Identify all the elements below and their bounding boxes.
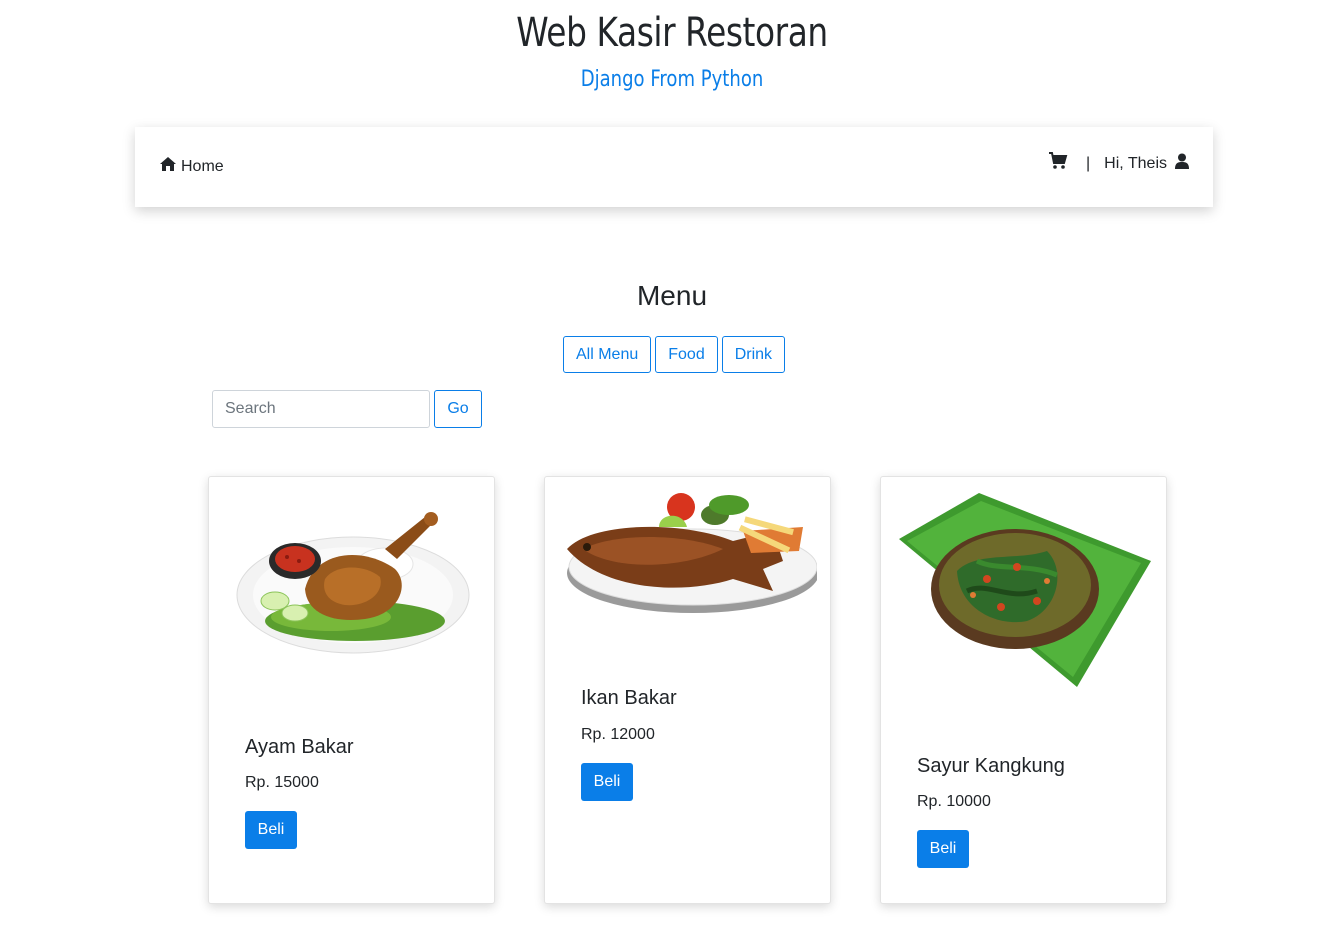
user-greeting[interactable]: Hi, Theis <box>1104 155 1167 173</box>
site-title: Web Kasir Restoran <box>516 10 828 56</box>
search-go-button[interactable]: Go <box>434 390 482 428</box>
site-subtitle: Django From Python <box>580 67 764 92</box>
home-icon <box>159 156 177 177</box>
filter-all-menu-button[interactable]: All Menu <box>563 336 652 373</box>
menu-filters: All Menu Food Drink <box>563 336 786 373</box>
nav-home-label: Home <box>181 157 224 175</box>
item-price: Rp. 10000 <box>917 793 991 810</box>
item-price: Rp. 15000 <box>245 774 319 791</box>
beli-button[interactable]: Beli <box>581 763 633 801</box>
ikan-bakar-image <box>563 491 819 622</box>
item-name: Ayam Bakar <box>245 736 354 758</box>
item-price: Rp. 12000 <box>581 726 655 743</box>
sayur-kangkung-image <box>897 491 1153 692</box>
nav-right: | Hi, Theis <box>1048 152 1189 175</box>
nav-separator: | <box>1086 154 1091 172</box>
cart-icon[interactable] <box>1048 152 1068 175</box>
ayam-bakar-image <box>235 509 471 662</box>
menu-heading: Menu <box>636 280 708 311</box>
navbar: Home | Hi, Theis <box>135 127 1213 207</box>
item-name: Ikan Bakar <box>581 687 677 709</box>
item-name: Sayur Kangkung <box>917 755 1065 777</box>
menu-card-sayur-kangkung: Sayur Kangkung Rp. 10000 Beli <box>880 476 1167 904</box>
beli-button[interactable]: Beli <box>245 811 297 849</box>
filter-drink-button[interactable]: Drink <box>721 336 786 373</box>
filter-food-button[interactable]: Food <box>655 336 718 373</box>
user-icon[interactable] <box>1175 153 1189 174</box>
search-input[interactable] <box>212 390 430 428</box>
nav-home-link[interactable]: Home <box>159 156 224 177</box>
menu-card-ikan-bakar: Ikan Bakar Rp. 12000 Beli <box>544 476 831 904</box>
beli-button[interactable]: Beli <box>917 830 969 868</box>
menu-card-ayam-bakar: Ayam Bakar Rp. 15000 Beli <box>208 476 495 904</box>
